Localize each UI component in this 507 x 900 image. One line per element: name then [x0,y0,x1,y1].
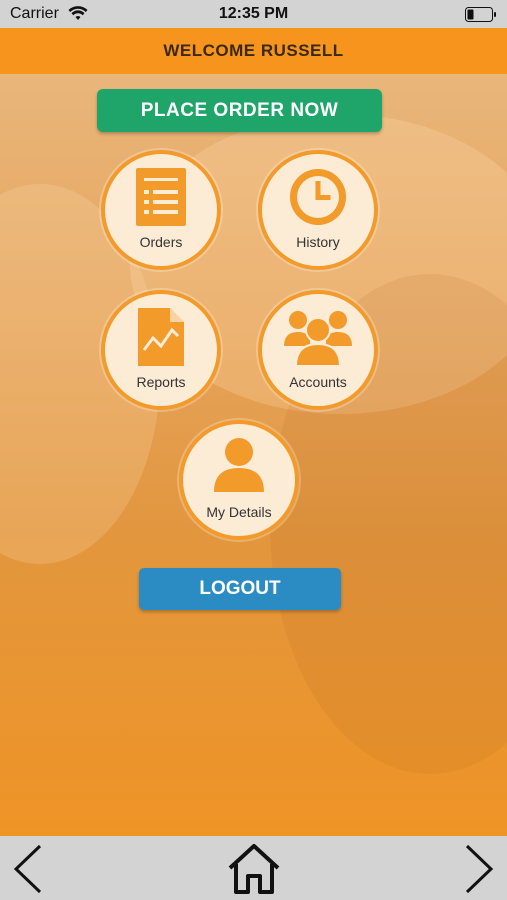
battery-icon [465,7,496,22]
accounts-tile[interactable]: Accounts [258,290,378,410]
clock-icon [290,169,346,225]
my-details-tile[interactable]: My Details [179,420,299,540]
reports-label: Reports [136,374,186,390]
home-icon[interactable] [226,842,282,896]
my-details-label: My Details [206,504,272,520]
group-users-icon [284,311,352,367]
history-tile[interactable]: History [258,150,378,270]
bottom-toolbar [0,836,507,900]
status-bar: Carrier 12:35 PM [0,0,507,28]
history-label: History [296,234,340,250]
chevron-left-icon[interactable] [10,842,46,896]
clock-time: 12:35 PM [218,5,289,22]
orders-label: Orders [139,234,183,250]
user-icon [214,438,264,492]
reports-tile[interactable]: Reports [101,290,221,410]
page-title: WELCOME RUSSELL [0,28,507,74]
document-list-icon [136,168,186,226]
place-order-button[interactable]: PLACE ORDER NOW [97,89,382,132]
report-chart-icon [138,308,184,366]
logout-button[interactable]: LOGOUT [139,568,341,610]
chevron-right-icon[interactable] [461,842,497,896]
accounts-label: Accounts [289,374,347,390]
orders-tile[interactable]: Orders [101,150,221,270]
